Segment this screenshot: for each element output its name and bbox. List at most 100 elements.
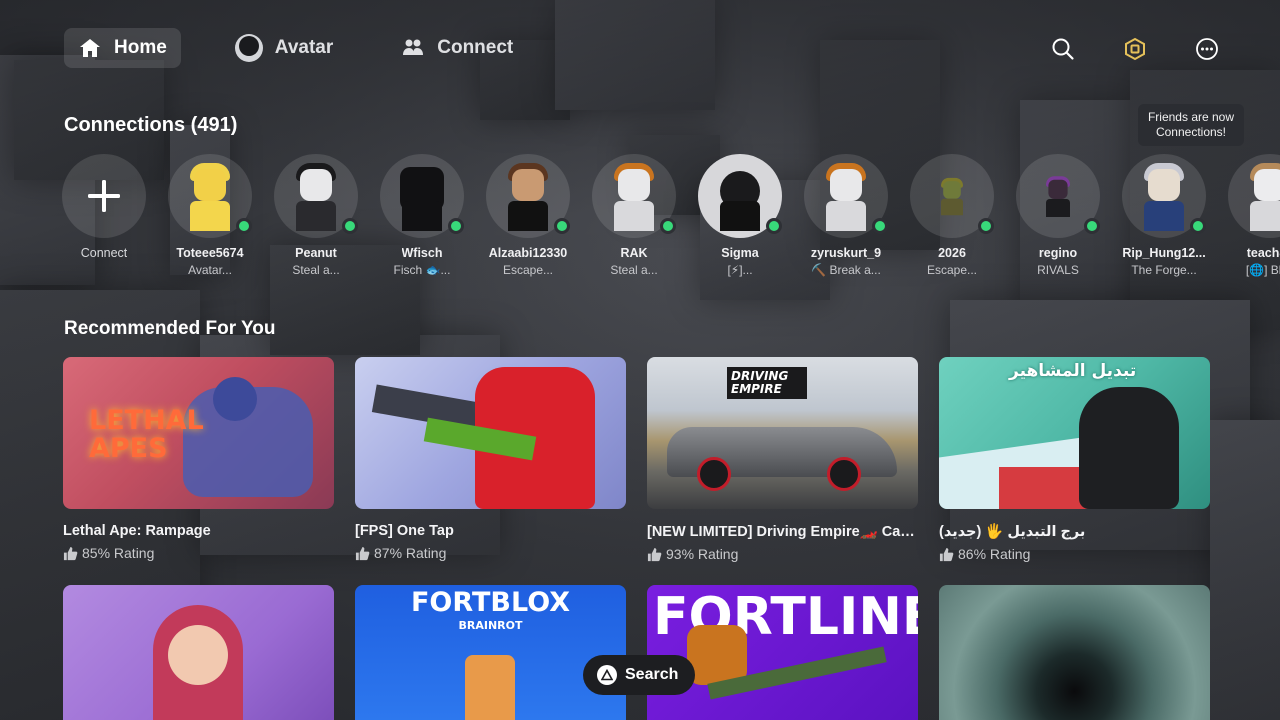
nav-avatar-label: Avatar	[274, 37, 334, 58]
game-card[interactable]: FORTBLOX BRAINROT	[355, 585, 626, 720]
connection-item[interactable]: Sigma [⚡]...	[698, 154, 782, 277]
game-rating: 93% Rating	[647, 546, 918, 562]
plus-icon	[88, 180, 120, 212]
thumb-up-icon	[355, 546, 370, 560]
game-thumbnail: FORTLINE	[647, 585, 918, 720]
connection-item[interactable]: Toteee5674 Avatar...	[168, 154, 252, 277]
game-thumb-subtext: BRAINROT	[458, 619, 523, 632]
game-card[interactable]	[939, 585, 1210, 720]
recommended-title: Recommended For You	[64, 318, 276, 339]
game-card[interactable]: FORTLINE	[647, 585, 918, 720]
connect-add-button[interactable]: Connect	[62, 154, 146, 277]
game-title: برج التبديل 🖐️ (جديد)	[939, 524, 1086, 540]
connection-name: Peanut	[295, 246, 337, 260]
connection-status: [🌐] Blox	[1245, 263, 1280, 277]
connection-status: RIVALS	[1037, 263, 1079, 277]
connection-status: [⚡]...	[727, 263, 753, 277]
game-rating: 87% Rating	[355, 545, 626, 561]
connection-item[interactable]: Peanut Steal a...	[274, 154, 358, 277]
people-icon	[403, 39, 424, 55]
online-indicator	[766, 218, 782, 234]
online-indicator	[342, 218, 358, 234]
game-thumbnail	[63, 585, 334, 720]
search-pill-button[interactable]: Search	[583, 655, 695, 695]
connection-item[interactable]: Alzaabi12330 Escape...	[486, 154, 570, 277]
avatar	[804, 154, 888, 238]
game-thumb-text: LETHAL APES	[89, 405, 204, 464]
game-rating-text: 93% Rating	[666, 546, 739, 562]
nav-connect[interactable]: Connect	[387, 28, 527, 68]
connection-name: zyruskurt_9	[810, 246, 882, 260]
nav-avatar[interactable]: Avatar	[221, 28, 347, 68]
avatar	[380, 154, 464, 238]
home-icon	[80, 39, 100, 57]
connection-item[interactable]: Wfisch Fisch 🐟...	[380, 154, 464, 277]
connection-name: 2026	[938, 246, 966, 260]
game-thumbnail	[939, 585, 1210, 720]
game-title: [NEW LIMITED] Driving Empire🏎️ Car R...	[647, 524, 918, 540]
recommended-grid: LETHAL APES Lethal Ape: Rampage 85% Rati…	[63, 357, 1210, 562]
connection-status: Steal a...	[610, 263, 658, 277]
thumb-up-icon	[63, 546, 78, 560]
search-icon	[1052, 38, 1074, 60]
game-card[interactable]: DRIVING EMPIRE [NEW LIMITED] Driving Emp…	[647, 357, 918, 562]
game-thumb-text: DRIVING EMPIRE	[727, 367, 807, 399]
game-rating-text: 87% Rating	[374, 545, 447, 561]
connection-item[interactable]: 2026 Escape...	[910, 154, 994, 277]
connection-status: Fisch 🐟...	[393, 263, 451, 277]
game-card[interactable]: [FPS] One Tap 87% Rating	[355, 357, 626, 562]
nav-home-label: Home	[114, 37, 167, 58]
avatar	[486, 154, 570, 238]
game-thumb-text: تبديل المشاهير	[1009, 361, 1137, 381]
connection-item[interactable]: regino RIVALS	[1016, 154, 1100, 277]
connection-status: Escape...	[926, 263, 978, 277]
avatar	[698, 154, 782, 238]
game-thumbnail: LETHAL APES	[63, 357, 334, 509]
connections-row: Connect Toteee5674 Avatar... Peanut Stea…	[62, 154, 1280, 277]
game-rating: 86% Rating	[939, 546, 1210, 562]
connection-name: Alzaabi12330	[488, 246, 568, 260]
top-right-actions	[1050, 36, 1220, 62]
tooltip: Friends are now Connections!	[1138, 104, 1244, 146]
more-icon	[1196, 38, 1218, 60]
connection-item[interactable]: zyruskurt_9 ⛏️ Break a...	[804, 154, 888, 277]
online-indicator	[554, 218, 570, 234]
connection-name: regino	[1038, 246, 1078, 260]
avatar	[910, 154, 994, 238]
game-rating-text: 86% Rating	[958, 546, 1031, 562]
thumb-up-icon	[647, 547, 662, 561]
connection-item[interactable]: Rip_Hung12... The Forge...	[1122, 154, 1206, 277]
online-indicator	[1190, 218, 1206, 234]
online-indicator	[1084, 218, 1100, 234]
connection-item[interactable]: teach89 [🌐] Blox	[1228, 154, 1280, 277]
online-indicator	[978, 218, 994, 234]
game-card[interactable]: LETHAL APES Lethal Ape: Rampage 85% Rati…	[63, 357, 334, 562]
online-indicator	[660, 218, 676, 234]
online-indicator	[236, 218, 252, 234]
more-button[interactable]	[1194, 36, 1220, 62]
connection-item[interactable]: RAK Steal a...	[592, 154, 676, 277]
robux-button[interactable]	[1122, 36, 1148, 62]
game-thumbnail: تبديل المشاهير	[939, 357, 1210, 509]
game-thumbnail	[355, 357, 626, 509]
recommended-row-2: FORTBLOX BRAINROT FORTLINE	[63, 585, 1210, 720]
game-card[interactable]	[63, 585, 334, 720]
connection-status: The Forge...	[1131, 263, 1197, 277]
avatar	[1122, 154, 1206, 238]
game-card[interactable]: تبديل المشاهير برج التبديل 🖐️ (جديد) 86%…	[939, 357, 1210, 562]
connect-add-label: Connect	[80, 246, 128, 260]
game-thumb-text: FORTBLOX	[410, 587, 571, 618]
avatar-icon	[234, 34, 263, 62]
avatar	[168, 154, 252, 238]
connection-name: RAK	[620, 246, 648, 260]
game-thumbnail: FORTBLOX BRAINROT	[355, 585, 626, 720]
nav-home[interactable]: Home	[64, 28, 181, 68]
avatar	[1228, 154, 1280, 238]
avatar	[1016, 154, 1100, 238]
connection-name: Toteee5674	[176, 246, 244, 260]
connection-name: Rip_Hung12...	[1122, 246, 1206, 260]
avatar	[274, 154, 358, 238]
connections-title: Connections (491)	[64, 114, 238, 136]
search-button[interactable]	[1050, 36, 1076, 62]
game-title: [FPS] One Tap	[355, 523, 454, 539]
